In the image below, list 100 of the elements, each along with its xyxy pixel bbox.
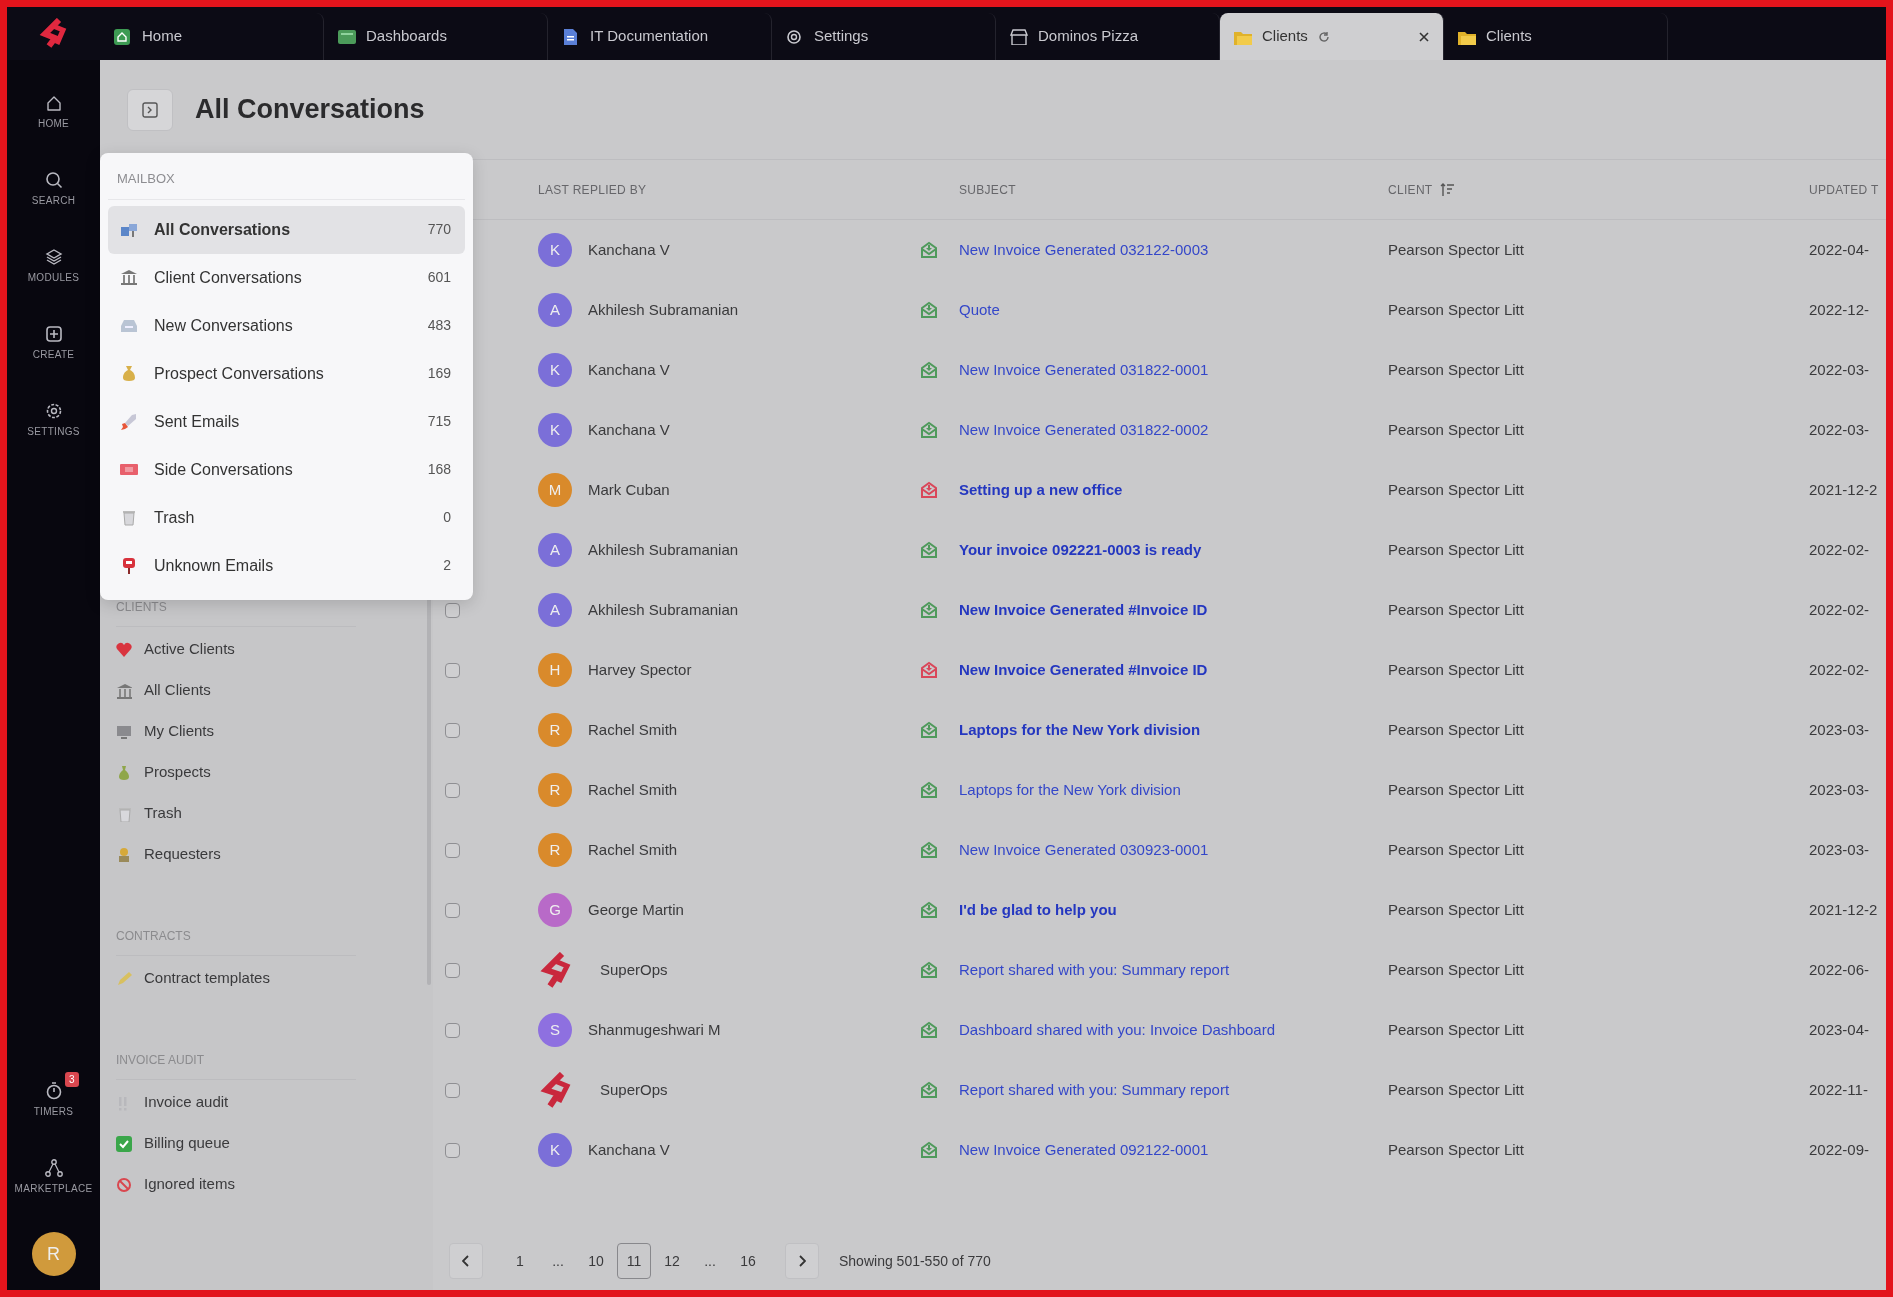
- sidebar-item[interactable]: Requesters: [116, 834, 419, 875]
- tab[interactable]: Settings: [772, 13, 996, 60]
- rail-item[interactable]: SEARCH: [10, 161, 97, 238]
- subject-link[interactable]: Report shared with you: Summary report: [959, 1078, 1388, 1102]
- sender-name: Kanchana V: [588, 1139, 671, 1160]
- subject-link[interactable]: Laptops for the New York division: [959, 778, 1388, 802]
- table-cell-text: Pearson Spector Litt: [1388, 779, 1525, 800]
- plus-square-icon: [44, 325, 63, 343]
- logo-icon: [38, 17, 69, 50]
- rail-item[interactable]: MARKETPLACE: [10, 1149, 97, 1226]
- table-cell-text: Pearson Spector Litt: [1388, 599, 1525, 620]
- row-checkbox[interactable]: [445, 962, 460, 978]
- page-button[interactable]: 11: [617, 1243, 651, 1279]
- sender-name: Kanchana V: [588, 419, 671, 440]
- row-checkbox[interactable]: [445, 842, 460, 858]
- table-cell-text: 2022-02-: [1809, 599, 1871, 620]
- subject-link[interactable]: Laptops for the New York division: [959, 718, 1388, 742]
- subject-link[interactable]: Dashboard shared with you: Invoice Dashboard: [959, 1018, 1388, 1042]
- menu-heading: MAILBOX: [108, 161, 465, 200]
- row-checkbox[interactable]: [445, 1022, 460, 1038]
- collapse-button[interactable]: [127, 88, 173, 131]
- subject-link[interactable]: New Invoice Generated 031822-0001: [959, 358, 1388, 382]
- sidebar-item[interactable]: Trash: [116, 793, 419, 834]
- sidebar-item[interactable]: All Clients: [116, 670, 419, 711]
- prohibited-icon: [116, 1176, 132, 1193]
- column-header[interactable]: CLIENT: [1388, 180, 1433, 199]
- sender-name: SuperOps: [599, 1079, 669, 1100]
- table-cell-text: 2022-03-: [1809, 359, 1871, 380]
- subject-link[interactable]: New Invoice Generated 031822-0002: [959, 418, 1388, 442]
- tab[interactable]: IT Documentation: [548, 13, 772, 60]
- previous-button[interactable]: [449, 1243, 483, 1279]
- subject-link[interactable]: Quote: [959, 298, 1388, 322]
- subject-link[interactable]: Setting up a new office: [959, 478, 1388, 502]
- tab[interactable]: Dashboards: [324, 13, 548, 60]
- row-checkbox[interactable]: [445, 602, 460, 618]
- sidebar-item[interactable]: Active Clients: [116, 629, 419, 670]
- trash-icon: [116, 805, 132, 822]
- row-checkbox[interactable]: [445, 1142, 460, 1158]
- table-cell-text: Pearson Spector Litt: [1388, 539, 1525, 560]
- page-button[interactable]: 1: [503, 1243, 537, 1279]
- menu-item[interactable]: Unknown Emails 2: [108, 541, 465, 590]
- subject-link[interactable]: I'd be glad to help you: [959, 898, 1388, 922]
- next-button[interactable]: [785, 1243, 819, 1279]
- column-header[interactable]: UPDATED T: [1809, 180, 1879, 199]
- avatar: K: [538, 413, 572, 447]
- rail-item[interactable]: SETTINGS: [10, 392, 97, 469]
- building-icon: [116, 682, 132, 699]
- menu-item[interactable]: Client Conversations 601: [108, 253, 465, 302]
- row-checkbox[interactable]: [445, 902, 460, 918]
- tab[interactable]: Clients: [1220, 13, 1444, 60]
- subject-link[interactable]: Your invoice 092221-0003 is ready: [959, 538, 1388, 562]
- menu-item[interactable]: Trash 0: [108, 493, 465, 542]
- sender-name: Harvey Spector: [588, 659, 693, 680]
- avatar: G: [538, 893, 572, 927]
- sidebar-item[interactable]: Invoice audit: [116, 1082, 419, 1123]
- sender-name: Kanchana V: [588, 239, 671, 260]
- sender-name: Rachel Smith: [588, 779, 679, 800]
- sidebar-item[interactable]: Billing queue: [116, 1123, 419, 1164]
- menu-item[interactable]: Sent Emails 715: [108, 397, 465, 446]
- sender-name: Rachel Smith: [588, 839, 679, 860]
- sidebar-item[interactable]: My Clients: [116, 711, 419, 752]
- pencil-icon: [116, 970, 132, 987]
- subject-link[interactable]: New Invoice Generated 092122-0001: [959, 1138, 1388, 1162]
- rail-item[interactable]: TIMERS 3: [10, 1072, 97, 1149]
- column-header[interactable]: LAST REPLIED BY: [538, 180, 647, 199]
- subject-link[interactable]: New Invoice Generated #Invoice ID: [959, 658, 1388, 682]
- rail-item[interactable]: MODULES: [10, 238, 97, 315]
- table-cell-text: 2023-03-: [1809, 779, 1871, 800]
- sidebar-item[interactable]: Contract templates: [116, 958, 419, 999]
- subject-link[interactable]: New Invoice Generated #Invoice ID: [959, 598, 1388, 622]
- avatar: H: [538, 653, 572, 687]
- subject-link[interactable]: Report shared with you: Summary report: [959, 958, 1388, 982]
- rail-item[interactable]: HOME: [10, 84, 97, 161]
- menu-item[interactable]: New Conversations 483: [108, 301, 465, 350]
- subject-link[interactable]: New Invoice Generated 032122-0003: [959, 238, 1388, 262]
- column-header[interactable]: SUBJECT: [959, 180, 1016, 199]
- rail-item[interactable]: CREATE: [10, 315, 97, 392]
- table-cell-text: 2023-03-: [1809, 839, 1871, 860]
- page-button[interactable]: ...: [541, 1243, 575, 1279]
- page-button[interactable]: ...: [693, 1243, 727, 1279]
- sender-name: SuperOps: [599, 959, 669, 980]
- table-cell-text: Pearson Spector Litt: [1388, 899, 1525, 920]
- subject-link[interactable]: New Invoice Generated 030923-0001: [959, 838, 1388, 862]
- page-button[interactable]: 12: [655, 1243, 689, 1279]
- sidebar-item[interactable]: Prospects: [116, 752, 419, 793]
- avatar: A: [538, 533, 572, 567]
- sidebar-item[interactable]: Ignored items: [116, 1164, 419, 1205]
- menu-item[interactable]: Side Conversations 168: [108, 445, 465, 494]
- row-checkbox[interactable]: [445, 722, 460, 738]
- tab[interactable]: Clients: [1444, 13, 1668, 60]
- avatar: S: [538, 1013, 572, 1047]
- page-button[interactable]: 16: [731, 1243, 765, 1279]
- page-button[interactable]: 10: [579, 1243, 613, 1279]
- tab[interactable]: Home: [100, 13, 324, 60]
- row-checkbox[interactable]: [445, 662, 460, 678]
- sender-name: Shanmugeshwari M: [588, 1019, 722, 1040]
- menu-item[interactable]: Prospect Conversations 169: [108, 349, 465, 398]
- row-checkbox[interactable]: [445, 782, 460, 798]
- menu-item[interactable]: All Conversations 770: [108, 205, 465, 254]
- row-checkbox[interactable]: [445, 1082, 460, 1098]
